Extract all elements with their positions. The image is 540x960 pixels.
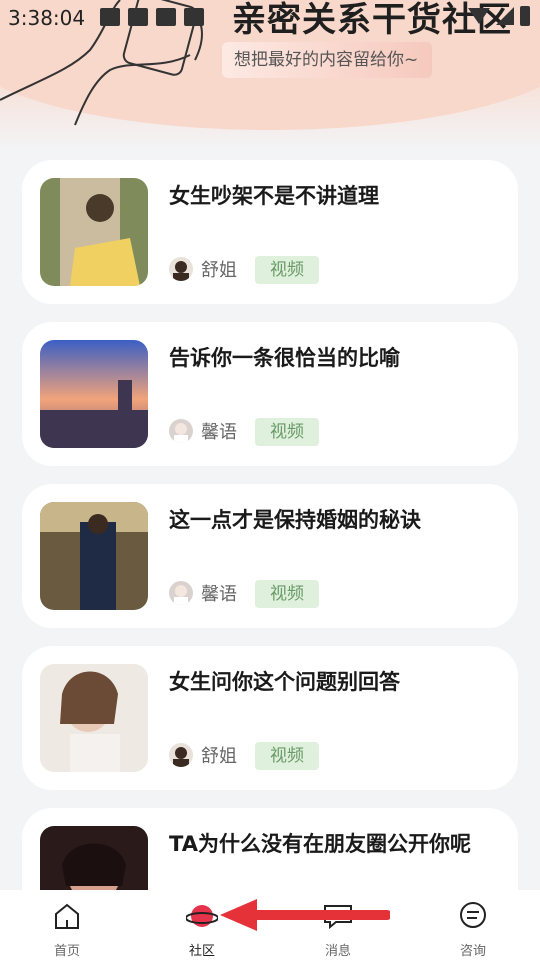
article-thumbnail [40,340,148,448]
muted-icon [128,8,148,26]
article-thumbnail [40,664,148,772]
tab-home[interactable]: 首页 [27,900,107,959]
author-name: 舒姐 [201,260,237,281]
article-author: 舒姐 [169,742,237,768]
author-name: 舒姐 [201,746,237,767]
header-subtitle: 想把最好的内容留给你~ [222,42,433,78]
article-title: 这一点才是保持婚姻的秘诀 [169,508,421,532]
author-name: 馨语 [201,422,237,443]
author-avatar [169,743,193,767]
tab-messages-label: 消息 [324,944,351,959]
author-avatar [169,419,193,443]
article-title: 告诉你一条很恰当的比喻 [169,346,400,370]
article-title: 女生吵架不是不讲道理 [169,184,379,208]
article-author: 馨语 [169,418,237,444]
accessibility-icon [184,8,204,26]
status-bar: 3:38:04 [0,0,540,36]
author-avatar [169,257,193,281]
article-title: 女生问你这个问题别回答 [169,670,400,694]
tab-consult[interactable]: 咨询 [433,900,513,959]
article-author: 馨语 [169,580,237,606]
signal-icon [496,7,514,25]
article-author: 舒姐 [169,256,237,282]
tab-community-label: 社区 [188,944,215,959]
wifi-icon [468,8,490,24]
video-tag: 视频 [255,418,319,446]
battery-icon [520,6,530,26]
tab-home-label: 首页 [53,944,80,959]
article-thumbnail [40,502,148,610]
image-icon [100,8,120,26]
video-tag: 视频 [255,742,319,770]
tab-consult-label: 咨询 [459,944,486,959]
video-tag: 视频 [255,580,319,608]
red-arrow-icon [220,899,390,931]
download-icon [156,8,176,26]
author-avatar [169,581,193,605]
chat-icon [460,902,486,928]
planet-icon [185,905,219,927]
article-card[interactable]: 这一点才是保持婚姻的秘诀 馨语 视频 [22,484,518,628]
article-card[interactable]: 告诉你一条很恰当的比喻 馨语 视频 [22,322,518,466]
video-tag: 视频 [255,256,319,284]
notification-icons [100,8,204,26]
author-name: 馨语 [201,584,237,605]
article-card[interactable]: 女生吵架不是不讲道理 舒姐 视频 [22,160,518,304]
system-status-icons [468,6,530,26]
home-icon [55,903,79,929]
article-title: TA为什么没有在朋友圈公开你呢 [169,832,471,856]
status-time: 3:38:04 [8,6,86,30]
article-thumbnail [40,178,148,286]
article-card[interactable]: 女生问你这个问题别回答 舒姐 视频 [22,646,518,790]
